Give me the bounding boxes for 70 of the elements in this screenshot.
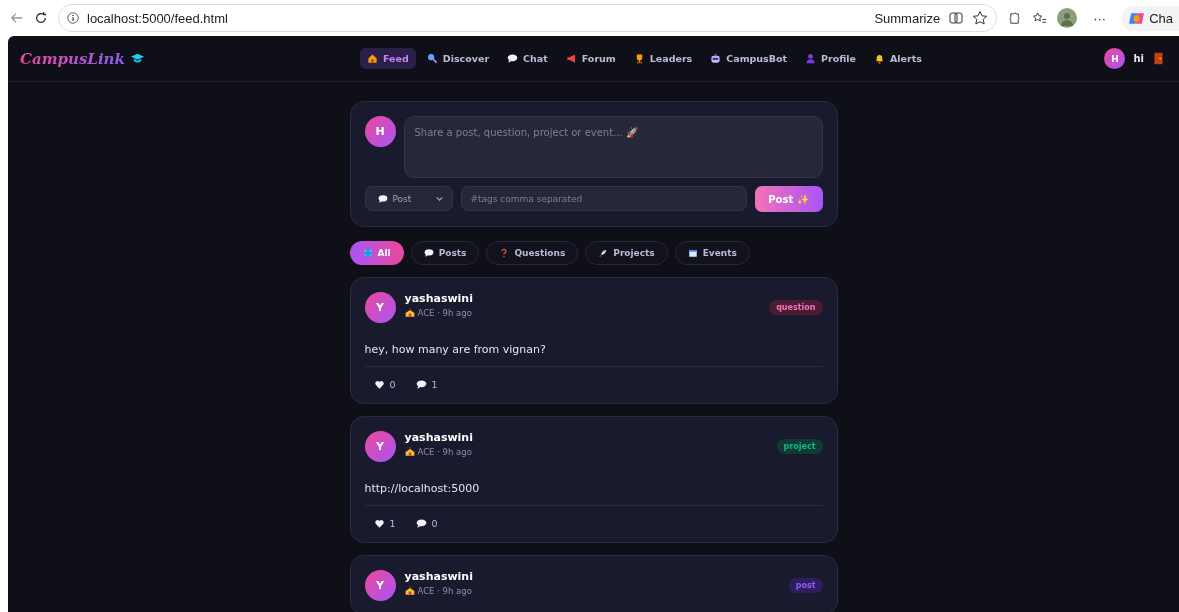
summarize-button[interactable]: Summarize [874,10,941,26]
speech-bubble-icon [377,193,388,204]
url-text: localhost:5000/feed.html [87,10,229,26]
filter-chip[interactable]: Posts [410,241,480,265]
comment-button[interactable]: 0 [415,518,438,529]
like-button[interactable]: 1 [373,518,396,529]
post-meta: ACE · 9h ago [417,447,472,457]
heart-icon [373,379,385,390]
filter-chip[interactable]: Events [674,241,750,265]
bell-icon [874,53,885,64]
graduation-cap-icon [129,51,145,66]
info-icon[interactable] [67,12,79,24]
summarize-icon[interactable] [948,10,965,26]
calendar-icon [687,248,698,258]
nav-link[interactable]: Leaders [626,48,700,69]
comment-button[interactable]: 1 [415,379,438,390]
nav-link[interactable]: Alerts [867,48,929,69]
like-button[interactable]: 0 [373,379,396,390]
globe-icon [362,248,373,258]
speech-bubble-icon [507,53,519,64]
filter-chip[interactable]: Projects [585,241,668,265]
post-text: http://localhost:5000 [364,482,481,495]
back-icon[interactable] [10,11,24,25]
post-input[interactable]: Share a post, question, project or event... 🚀 [403,116,823,178]
rocket-icon [598,248,609,258]
post-meta: ACE · 9h ago [417,586,472,596]
post-type-tag: project [776,439,823,454]
post-type-tag: post [788,578,823,593]
magnifier-icon [426,53,438,64]
robot-icon [710,53,722,64]
speech-bubble-icon [415,379,427,390]
tags-input[interactable]: #tags comma separated [460,186,747,211]
house-icon [367,53,378,64]
favorites-icon[interactable] [1032,10,1048,26]
school-icon [404,586,415,596]
user-name: hi [1133,53,1144,64]
nav-link[interactable]: Feed [360,48,416,69]
author-avatar[interactable]: Y [364,431,396,462]
heart-icon [373,518,385,529]
door-icon[interactable] [1152,52,1165,65]
user-avatar[interactable]: H [1104,48,1126,69]
author-avatar[interactable]: Y [364,570,396,601]
school-icon [404,308,415,318]
nav-link[interactable]: Discover [419,48,497,69]
nav-link[interactable]: Profile [798,48,863,69]
filter-chip[interactable]: All [349,241,404,265]
megaphone-icon [565,53,577,64]
author-name[interactable]: yashaswini [404,431,473,444]
post-type-tag: question [769,300,823,315]
school-icon [404,447,415,457]
post-type-select[interactable]: Post [364,186,453,211]
person-icon [805,53,817,64]
reload-icon[interactable] [34,11,48,25]
filter-chip[interactable]: Questions [486,241,579,265]
speech-bubble-icon [423,248,434,258]
speech-bubble-icon [415,518,427,529]
more-button[interactable]: ··· [1093,10,1107,26]
post-text: hey, how many are from vignan? [364,343,547,356]
nav-link[interactable]: Forum [558,48,623,69]
user-avatar: H [364,116,396,147]
author-name[interactable]: yashaswini [404,570,473,583]
copilot-button[interactable]: Cha [1122,5,1179,31]
profile-avatar[interactable] [1057,8,1078,28]
post-meta: ACE · 9h ago [417,308,472,318]
nav-link[interactable]: Chat [500,48,555,69]
chevron-down-icon [434,194,444,203]
author-name[interactable]: yashaswini [404,292,473,305]
nav-link[interactable]: CampusBot [703,48,795,69]
star-icon[interactable] [972,10,989,26]
author-avatar[interactable]: Y [364,292,396,323]
